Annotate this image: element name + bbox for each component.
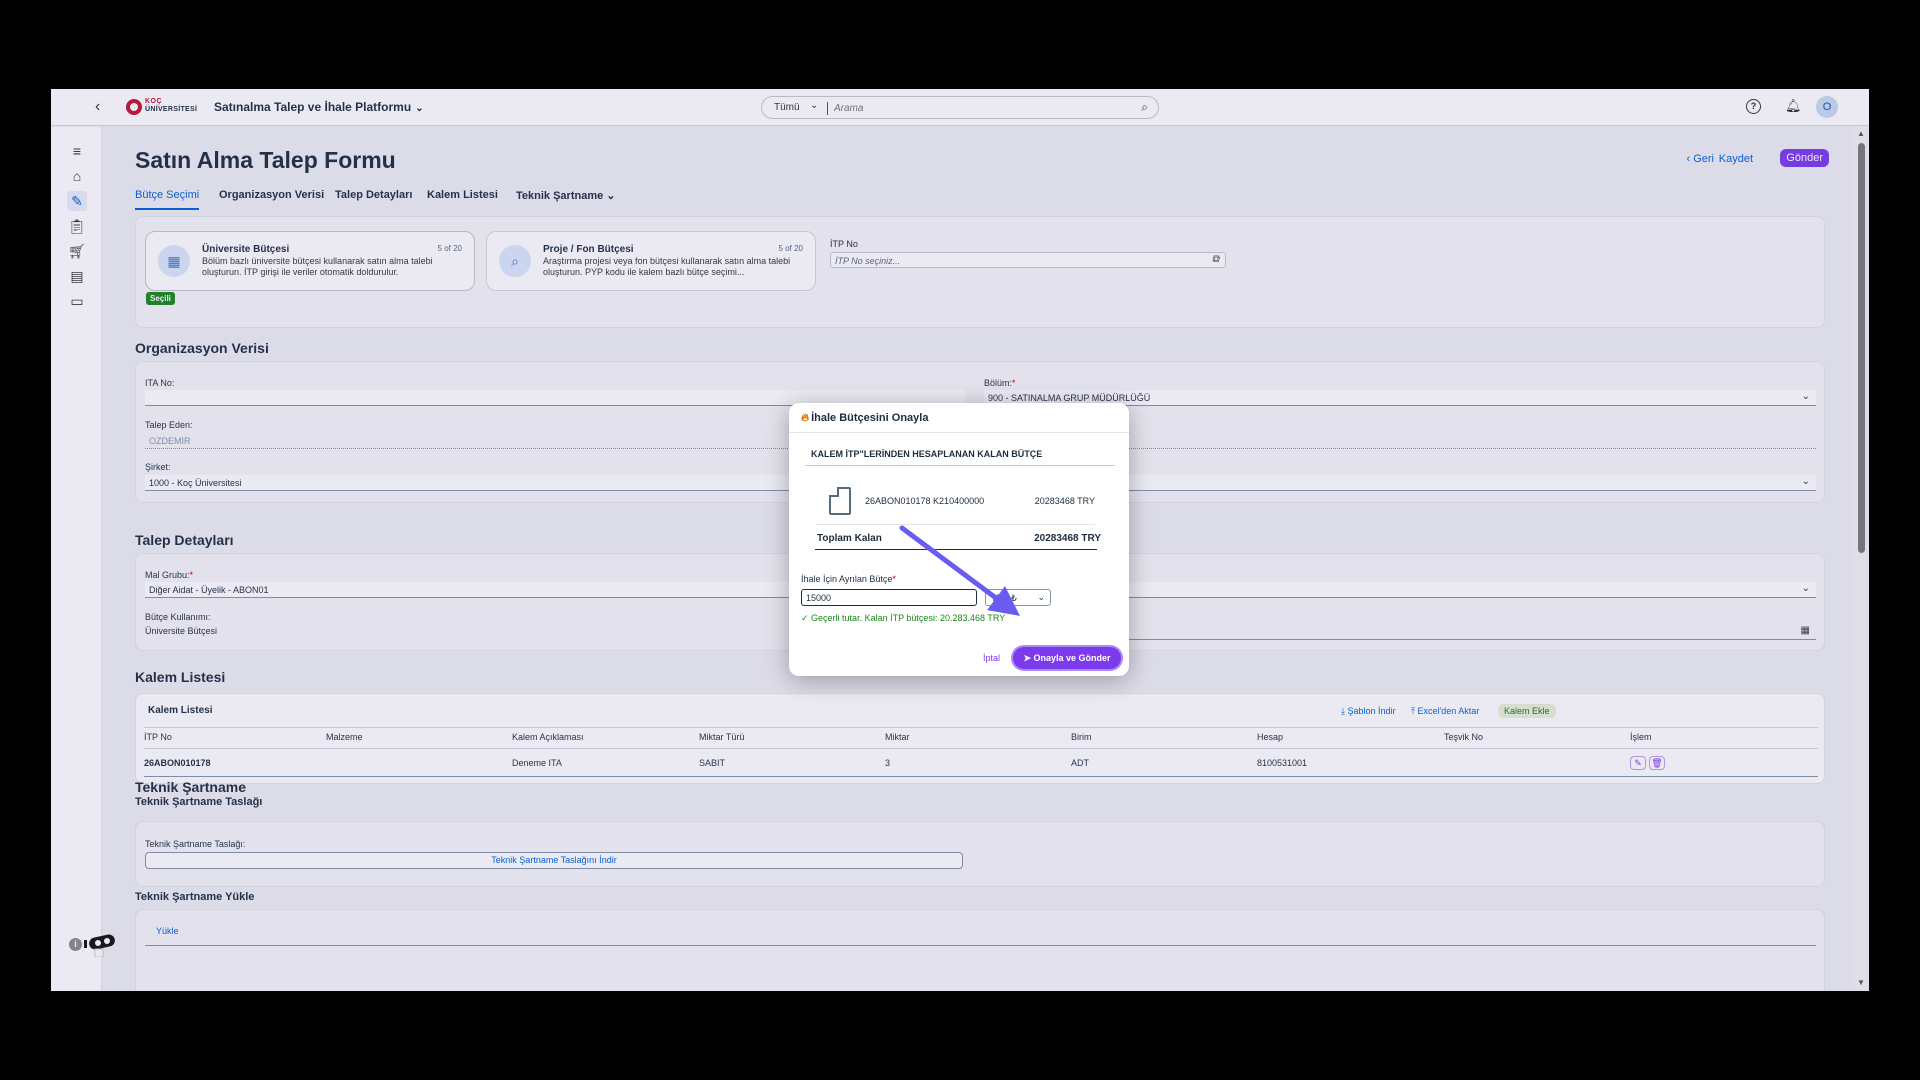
dialog-subtitle: KALEM İTP"LERİNDEN HESAPLANAN KALAN BÜTÇ…	[811, 449, 1043, 459]
dialog-title: 🔥︎ İhale Bütçesini Onayla	[801, 412, 929, 424]
allocated-budget-label: İhale İçin Ayrılan Bütçe*	[801, 574, 896, 584]
approve-and-send-button[interactable]: ➤ Onayla ve Gönder	[1013, 647, 1121, 669]
chevron-down-icon: ⌄	[1037, 592, 1045, 602]
total-remaining-value: 20283468 TRY	[1034, 533, 1101, 544]
cancel-button[interactable]: İptal	[983, 653, 1000, 663]
validation-message: ✓ Geçerli tutar. Kalan İTP bütçesi: 20.2…	[801, 613, 1006, 623]
flame-icon: 🔥︎	[801, 412, 810, 424]
allocated-budget-input[interactable]	[801, 589, 977, 606]
approve-budget-dialog: 🔥︎ İhale Bütçesini Onayla KALEM İTP"LERİN…	[789, 403, 1129, 676]
send-icon: ➤	[1023, 653, 1031, 663]
currency-select[interactable]: TRY ₺ ⌄	[985, 589, 1051, 606]
budget-line-amount: 20283468 TRY	[1034, 496, 1095, 506]
app-window: ‹ KOÇ ÜNİVERSİTESİ Satınalma Talep ve İh…	[51, 89, 1869, 991]
document-icon	[829, 487, 851, 515]
total-remaining-label: Toplam Kalan	[817, 533, 882, 544]
budget-line-code: 26ABON010178 K210400000	[865, 496, 985, 506]
